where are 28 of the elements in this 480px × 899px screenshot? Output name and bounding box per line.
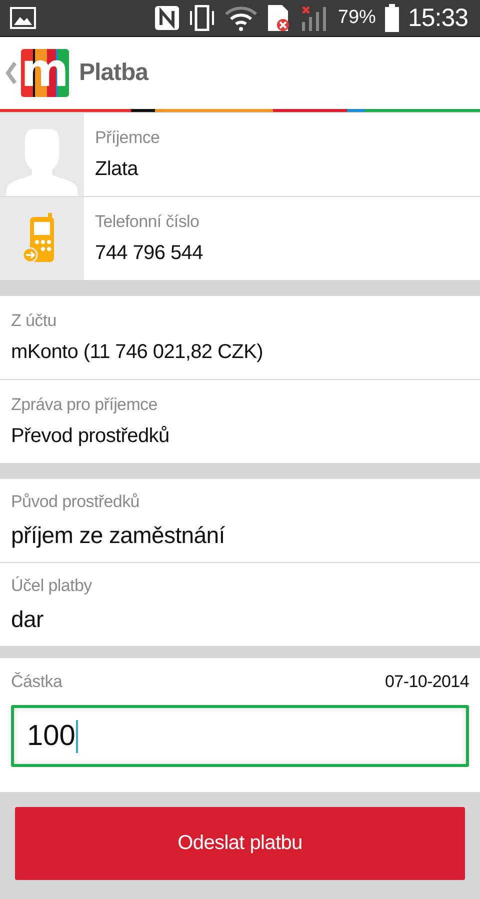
field-value[interactable]: mKonto (11 746 021,82 CZK) [11, 341, 263, 364]
nfc-icon [154, 5, 180, 31]
field-label: Telefonní číslo [95, 212, 200, 232]
send-payment-button[interactable]: Odeslat platbu [15, 807, 465, 880]
field-value[interactable]: Zlata [95, 158, 160, 181]
battery-icon [384, 4, 400, 32]
vibrate-icon [188, 5, 216, 31]
field-label: Původ prostředků [11, 492, 140, 512]
field-value[interactable]: 744 796 544 [95, 242, 203, 265]
person-silhouette-icon [4, 129, 80, 196]
amount-field[interactable]: 100 [11, 705, 469, 767]
field-value[interactable]: příjem ze zaměstnání [11, 522, 225, 549]
field-value[interactable]: dar [11, 606, 92, 633]
page-title: Platba [79, 59, 148, 87]
wifi-icon [224, 5, 258, 31]
sim-card-icon [266, 4, 292, 32]
text-cursor [76, 720, 78, 752]
image-icon [10, 7, 36, 29]
field-label: Částka [11, 672, 62, 692]
battery-percentage: 79% [338, 7, 376, 29]
field-value[interactable]: Převod prostředků [11, 425, 170, 448]
field-label: Zpráva pro příjemce [11, 395, 158, 415]
date-text: 07-10-2014 [385, 672, 469, 692]
back-icon[interactable] [5, 62, 17, 84]
clock-time: 15:33 [408, 4, 468, 32]
field-label: Z účtu [11, 311, 58, 331]
field-label: Příjemce [95, 128, 160, 148]
field-label: Účel platby [11, 576, 92, 596]
